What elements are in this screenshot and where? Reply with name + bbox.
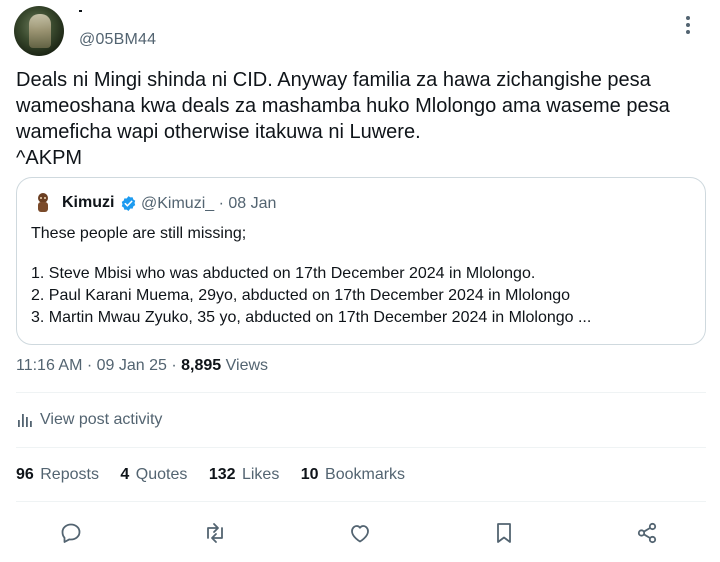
divider (16, 501, 706, 502)
repost-icon[interactable] (202, 520, 228, 546)
likes-stat[interactable]: 132 Likes (209, 466, 280, 483)
view-activity-link[interactable]: View post activity (16, 411, 162, 429)
quote-date: · 08 Jan (218, 195, 277, 212)
more-icon[interactable] (686, 16, 690, 34)
tweet-line: ^AKPM (16, 147, 83, 169)
views-label: Views (225, 357, 269, 374)
quotes-stat[interactable]: 4 Quotes (120, 466, 187, 483)
quote-line: 2. Paul Karani Muema, 29yo, abducted on … (31, 287, 571, 304)
views-count: 8,895 (181, 357, 222, 374)
quote-text: These people are still missing; 1. Steve… (31, 223, 591, 329)
quote-handle[interactable]: @Kimuzi_ (141, 195, 214, 212)
author-handle[interactable]: @05BM44 (79, 31, 156, 49)
tweet-line: wameficha wapi otherwise itakuwa ni Luwe… (16, 121, 421, 143)
post-date[interactable]: · 09 Jan 25 · (87, 357, 177, 374)
quoted-post[interactable]: Kimuzi @Kimuzi_ · 08 Jan These people ar… (16, 177, 706, 345)
share-icon[interactable] (634, 520, 660, 546)
reposts-stat[interactable]: 96 Reposts (16, 466, 99, 483)
author-avatar[interactable] (14, 6, 64, 56)
author-name[interactable] (79, 10, 82, 12)
analytics-icon (18, 414, 32, 427)
quote-handle-date[interactable]: @Kimuzi_ · 08 Jan (141, 195, 276, 213)
quote-author-name[interactable]: Kimuzi (62, 194, 114, 212)
quote-line: These people are still missing; (31, 225, 247, 242)
quote-line: 3. Martin Mwau Zyuko, 35 yo, abducted on… (31, 309, 592, 326)
quote-line: 1. Steve Mbisi who was abducted on 17th … (31, 265, 536, 282)
verified-badge-icon (121, 196, 136, 211)
quote-avatar-icon[interactable] (33, 192, 53, 214)
bookmark-icon[interactable] (491, 520, 517, 546)
post-stats: 96 Reposts 4 Quotes 132 Likes 10 Bookmar… (16, 466, 422, 484)
post-time[interactable]: 11:16 AM (16, 357, 82, 374)
reply-icon[interactable] (58, 520, 84, 546)
tweet-line: wameoshana kwa deals za mashamba huko Ml… (16, 95, 670, 117)
tweet-text: Deals ni Mingi shinda ni CID. Anyway fam… (16, 67, 706, 171)
bookmarks-stat[interactable]: 10 Bookmarks (301, 466, 405, 483)
like-icon[interactable] (347, 520, 373, 546)
post-meta: 11:16 AM · 09 Jan 25 · 8,895 Views (16, 357, 268, 375)
divider (16, 392, 706, 393)
action-bar (0, 520, 720, 546)
tweet-line: Deals ni Mingi shinda ni CID. Anyway fam… (16, 69, 651, 91)
activity-label[interactable]: View post activity (40, 411, 162, 429)
divider (16, 447, 706, 448)
